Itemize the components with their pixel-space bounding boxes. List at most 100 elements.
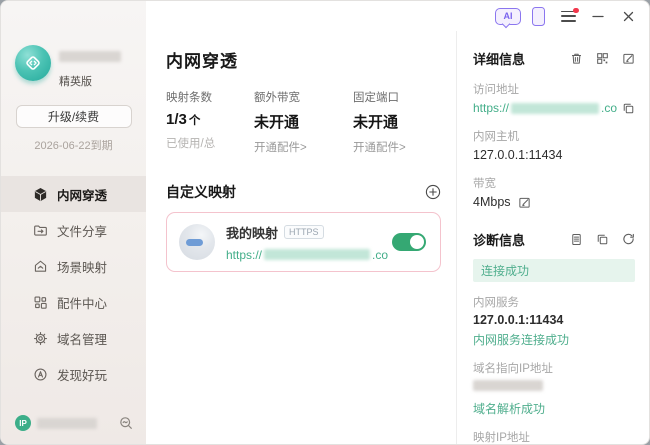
copy-diagnosis-button[interactable] <box>596 233 609 246</box>
edit-mapping-button[interactable] <box>622 52 635 65</box>
access-url[interactable]: https:// .co <box>473 101 617 115</box>
stat-value-number: 1/3 <box>166 111 187 128</box>
sidebar-item-label: 域名管理 <box>57 329 107 348</box>
ip-address-redacted <box>37 418 97 429</box>
url-redacted <box>264 249 370 260</box>
entry-status: 域名解析成功 <box>473 400 635 417</box>
stat-value: 未开通 <box>353 111 441 132</box>
diagnosis-log-button[interactable] <box>570 233 583 246</box>
minimize-button[interactable] <box>583 1 613 31</box>
entry-label: 域名指向IP地址 <box>473 360 635 376</box>
sidebar-item-label: 发现好玩 <box>57 365 107 384</box>
close-button[interactable] <box>613 1 643 31</box>
sidebar-item-label: 配件中心 <box>57 293 107 312</box>
mobile-app-button[interactable] <box>523 1 553 31</box>
diagnosis-entry: 域名指向IP地址 域名解析成功 <box>473 360 635 417</box>
sidebar-item-label: 场景映射 <box>57 257 107 276</box>
trash-icon <box>570 52 583 65</box>
sidebar-item-addon-center[interactable]: 配件中心 <box>1 284 146 320</box>
protocol-badge: HTTPS <box>284 225 324 239</box>
network-check-icon[interactable] <box>119 416 133 430</box>
upgrade-renew-button[interactable]: 升级/续费 <box>16 105 132 128</box>
add-mapping-button[interactable] <box>425 184 441 200</box>
bandwidth-row: 4Mbps <box>473 195 635 209</box>
minimize-icon <box>592 10 604 22</box>
mapping-card[interactable]: 我的映射 HTTPS https:// .co <box>166 212 441 272</box>
app-window: 精英版 升级/续费 2026-06-22到期 内网穿透 文件分享 <box>0 0 650 445</box>
details-header: 详细信息 <box>473 49 635 68</box>
stats-row: 映射条数 1/3个 已使用/总 额外带宽 未开通 开通配件> 固定端口 未开通 <box>166 89 441 155</box>
diagnosis-entry: 映射IP地址 映射连接成功 <box>473 429 635 445</box>
stat-sub: 已使用/总 <box>166 135 254 151</box>
ai-icon: AI <box>495 8 521 25</box>
expiry-date: 2026-06-22到期 <box>1 137 146 153</box>
sidebar-item-domain-management[interactable]: 域名管理 <box>1 320 146 356</box>
delete-mapping-button[interactable] <box>570 52 583 65</box>
profile: 精英版 <box>15 45 146 89</box>
intranet-host-value: 127.0.0.1:11434 <box>473 148 635 162</box>
content-area: 内网穿透 映射条数 1/3个 已使用/总 额外带宽 未开通 开通配件> <box>146 31 649 444</box>
edit-icon <box>622 52 635 65</box>
refresh-diagnosis-button[interactable] <box>622 233 635 246</box>
stat-value-unit: 个 <box>189 115 201 127</box>
intranet-host-label: 内网主机 <box>473 128 635 144</box>
compass-a-icon <box>33 367 48 382</box>
stat-label: 固定端口 <box>353 89 441 105</box>
browser-globe-icon <box>179 224 215 260</box>
stat-value: 1/3个 <box>166 111 254 128</box>
qr-code-icon <box>596 52 609 65</box>
diagnosis-entry: 内网服务 127.0.0.1:11434 内网服务连接成功 <box>473 294 635 348</box>
sidebar-item-intranet-tunnel[interactable]: 内网穿透 <box>1 176 146 212</box>
open-addon-link[interactable]: 开通配件> <box>254 139 353 155</box>
access-address-row: https:// .co <box>473 101 635 115</box>
gear-icon <box>33 331 48 346</box>
sidebar-item-scene-mapping[interactable]: 场景映射 <box>1 248 146 284</box>
stat-fixed-port: 固定端口 未开通 开通配件> <box>353 89 441 155</box>
app-logo-icon <box>15 45 51 81</box>
mapping-url[interactable]: https:// .co <box>226 248 388 262</box>
folder-share-icon <box>33 223 48 238</box>
page-title: 内网穿透 <box>166 47 441 72</box>
mapping-name: 我的映射 <box>226 223 278 242</box>
stat-extra-bandwidth: 额外带宽 未开通 开通配件> <box>254 89 353 155</box>
entry-value-redacted <box>473 380 543 391</box>
connection-status-badge: 连接成功 <box>473 259 635 282</box>
sidebar-item-label: 内网穿透 <box>57 185 107 204</box>
edit-icon <box>518 196 531 209</box>
right-side: AI <box>146 1 649 444</box>
notification-dot <box>573 8 579 14</box>
bandwidth-value: 4Mbps <box>473 195 511 209</box>
url-suffix: .co <box>601 101 617 115</box>
url-prefix: https:// <box>473 101 509 115</box>
mapping-enabled-toggle[interactable] <box>392 233 426 251</box>
refresh-icon <box>622 233 635 246</box>
entry-label: 内网服务 <box>473 294 635 310</box>
stat-label: 额外带宽 <box>254 89 353 105</box>
url-redacted <box>511 103 599 114</box>
diagnosis-title: 诊断信息 <box>473 230 570 249</box>
entry-label: 映射IP地址 <box>473 429 635 445</box>
diagnosis-header: 诊断信息 <box>473 230 635 249</box>
sidebar-item-label: 文件分享 <box>57 221 107 240</box>
details-title: 详细信息 <box>473 49 570 68</box>
sidebar-item-file-share[interactable]: 文件分享 <box>1 212 146 248</box>
open-addon-link[interactable]: 开通配件> <box>353 139 441 155</box>
plan-label: 精英版 <box>59 73 121 89</box>
titlebar: AI <box>146 1 649 31</box>
diagnosis-section: 诊断信息 <box>473 230 635 445</box>
sidebar-item-discover[interactable]: 发现好玩 <box>1 356 146 392</box>
sidebar-footer: IP <box>15 415 133 431</box>
copy-icon <box>622 102 635 115</box>
ai-assistant-button[interactable]: AI <box>493 1 523 31</box>
copy-url-button[interactable] <box>622 102 635 115</box>
main-panel: 内网穿透 映射条数 1/3个 已使用/总 额外带宽 未开通 开通配件> <box>146 31 456 444</box>
grid-icon <box>33 295 48 310</box>
document-icon <box>570 233 583 246</box>
sidebar: 精英版 升级/续费 2026-06-22到期 内网穿透 文件分享 <box>1 1 146 444</box>
entry-status: 内网服务连接成功 <box>473 331 635 348</box>
username-redacted <box>59 51 121 62</box>
access-address-label: 访问地址 <box>473 81 635 97</box>
main-menu-button[interactable] <box>553 1 583 31</box>
qr-code-button[interactable] <box>596 52 609 65</box>
edit-bandwidth-button[interactable] <box>518 196 531 209</box>
